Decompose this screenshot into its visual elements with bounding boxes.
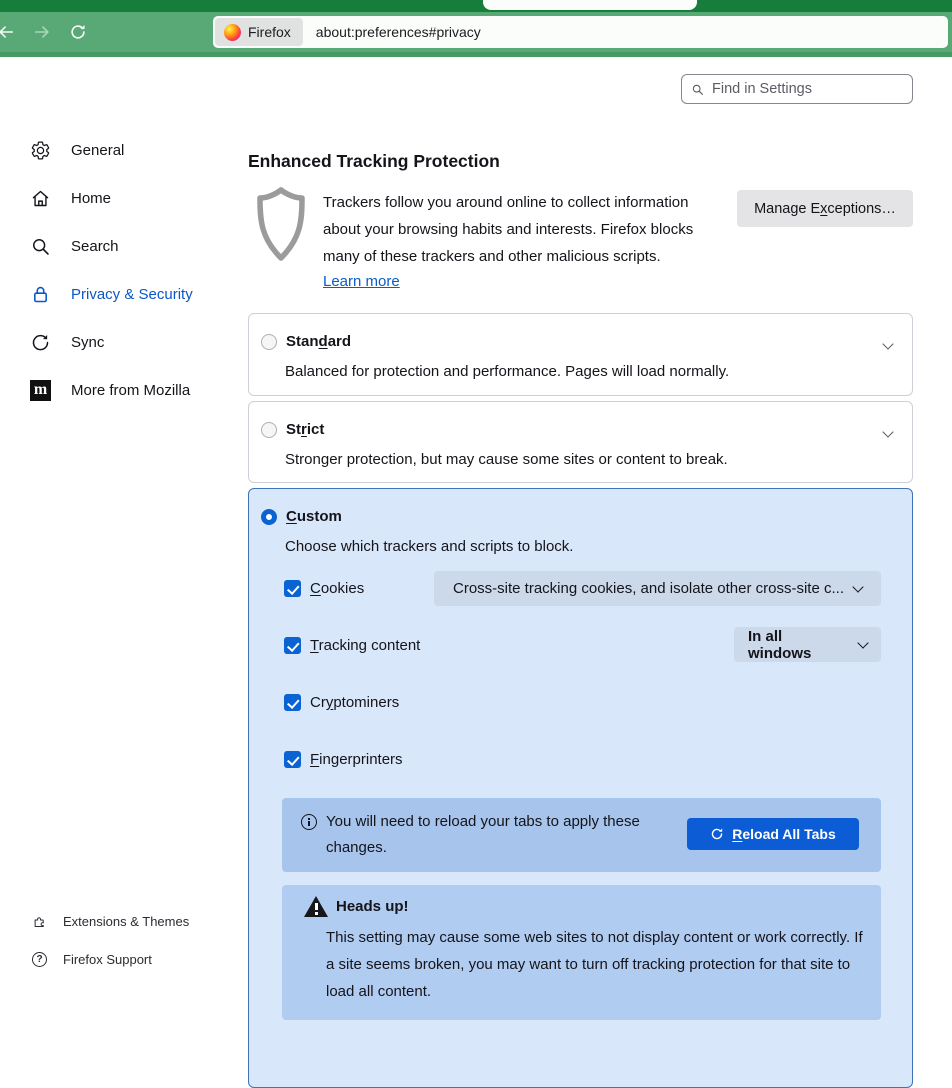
option-card-standard: Standard Balanced for protection and per… — [248, 313, 913, 396]
cookies-label[interactable]: Cookies — [310, 580, 364, 597]
custom-label[interactable]: Custom — [286, 508, 342, 525]
search-icon — [30, 236, 51, 257]
home-icon — [30, 188, 51, 209]
option-card-strict: Strict Stronger protection, but may caus… — [248, 401, 913, 483]
footer-item-label: Firefox Support — [63, 952, 152, 967]
browser-titlebar — [0, 0, 952, 12]
url-text: about:preferences#privacy — [316, 24, 481, 40]
sidebar-item-home[interactable]: Home — [30, 174, 240, 222]
standard-radio[interactable] — [261, 334, 277, 350]
reload-all-tabs-button[interactable]: Reload All Tabs — [687, 818, 859, 850]
chevron-down-icon — [852, 581, 863, 592]
heads-up-warning: Heads up! This setting may cause some we… — [282, 885, 881, 1020]
fingerprinters-checkbox[interactable] — [284, 751, 301, 768]
heads-up-title: Heads up! — [336, 898, 409, 915]
browser-tab[interactable] — [483, 0, 697, 10]
back-button[interactable] — [0, 18, 20, 46]
tracking-content-label[interactable]: Tracking content — [310, 637, 420, 654]
heads-up-text: This setting may cause some web sites to… — [326, 924, 868, 1005]
option-card-custom: Custom Choose which trackers and scripts… — [248, 488, 913, 1088]
standard-label[interactable]: Standard — [286, 333, 351, 350]
sidebar-item-firefox-support[interactable]: ? Firefox Support — [32, 940, 252, 978]
reload-tabs-notice: You will need to reload your tabs to app… — [282, 798, 881, 872]
find-in-settings-box[interactable] — [681, 74, 913, 104]
reload-notice-text: You will need to reload your tabs to app… — [326, 809, 658, 861]
reload-icon — [69, 23, 87, 41]
find-in-settings-input[interactable] — [712, 81, 903, 97]
site-chip-label: Firefox — [248, 24, 291, 40]
site-identity-chip[interactable]: Firefox — [215, 18, 303, 46]
sidebar-item-sync[interactable]: Sync — [30, 318, 240, 366]
toolbar-bottom-edge — [0, 52, 952, 57]
back-arrow-icon — [0, 23, 15, 41]
question-mark-icon: ? — [32, 952, 47, 967]
cryptominers-label[interactable]: Cryptominers — [310, 694, 399, 711]
sidebar-item-label: More from Mozilla — [71, 382, 190, 399]
tracking-content-dropdown[interactable]: In all windows — [734, 627, 881, 662]
warning-triangle-icon — [304, 896, 328, 917]
learn-more-link[interactable]: Learn more — [323, 273, 400, 290]
settings-sidebar: General Home Search Privacy & Security S… — [30, 126, 240, 414]
info-icon — [301, 814, 317, 830]
sidebar-item-general[interactable]: General — [30, 126, 240, 174]
cryptominers-row: Cryptominers — [284, 694, 399, 711]
sidebar-item-more-from-mozilla[interactable]: m More from Mozilla — [30, 366, 240, 414]
mozilla-logo-icon: m — [30, 380, 51, 401]
cookies-row: Cookies — [284, 580, 364, 597]
custom-description: Choose which trackers and scripts to blo… — [285, 538, 573, 555]
browser-toolbar: Firefox about:preferences#privacy — [0, 12, 952, 52]
gear-icon — [30, 140, 51, 161]
footer-item-label: Extensions & Themes — [63, 914, 189, 929]
sidebar-item-label: Privacy & Security — [71, 286, 193, 303]
sidebar-item-label: Sync — [71, 334, 104, 351]
reload-icon — [710, 827, 724, 841]
forward-arrow-icon — [33, 23, 51, 41]
strict-radio[interactable] — [261, 422, 277, 438]
tracking-dropdown-value: In all windows — [748, 628, 849, 662]
chevron-down-icon[interactable] — [882, 426, 893, 437]
chevron-down-icon — [857, 637, 868, 648]
sidebar-item-label: Search — [71, 238, 119, 255]
cookies-dropdown-value: Cross-site tracking cookies, and isolate… — [453, 580, 844, 597]
manage-exceptions-button[interactable]: Manage Exceptions… — [737, 190, 913, 227]
cookies-dropdown[interactable]: Cross-site tracking cookies, and isolate… — [434, 571, 881, 606]
standard-description: Balanced for protection and performance.… — [285, 363, 729, 380]
tracking-content-row: Tracking content — [284, 637, 420, 654]
sidebar-item-label: Home — [71, 190, 111, 207]
firefox-logo-icon — [224, 24, 241, 41]
cookies-checkbox[interactable] — [284, 580, 301, 597]
page-title: Enhanced Tracking Protection — [248, 151, 500, 172]
lock-icon — [30, 284, 51, 305]
sidebar-item-search[interactable]: Search — [30, 222, 240, 270]
search-icon — [691, 83, 704, 96]
fingerprinters-label[interactable]: Fingerprinters — [310, 751, 403, 768]
address-bar[interactable]: Firefox about:preferences#privacy — [213, 16, 948, 48]
reload-button[interactable] — [64, 18, 92, 46]
shield-icon — [255, 186, 307, 262]
reload-all-tabs-label: Reload All Tabs — [732, 826, 835, 842]
sidebar-item-privacy-security[interactable]: Privacy & Security — [30, 270, 240, 318]
etp-description: Trackers follow you around online to col… — [323, 189, 715, 270]
sidebar-item-label: General — [71, 142, 124, 159]
custom-radio[interactable] — [261, 509, 277, 525]
strict-description: Stronger protection, but may cause some … — [285, 451, 728, 468]
cryptominers-checkbox[interactable] — [284, 694, 301, 711]
sidebar-footer: Extensions & Themes ? Firefox Support — [32, 902, 252, 978]
strict-label[interactable]: Strict — [286, 421, 324, 438]
forward-button[interactable] — [28, 18, 56, 46]
chevron-down-icon[interactable] — [882, 338, 893, 349]
sync-icon — [30, 332, 51, 353]
fingerprinters-row: Fingerprinters — [284, 751, 403, 768]
puzzle-piece-icon — [32, 914, 47, 929]
etp-intro-section: Trackers follow you around online to col… — [248, 183, 913, 298]
tracking-content-checkbox[interactable] — [284, 637, 301, 654]
sidebar-item-extensions-themes[interactable]: Extensions & Themes — [32, 902, 252, 940]
